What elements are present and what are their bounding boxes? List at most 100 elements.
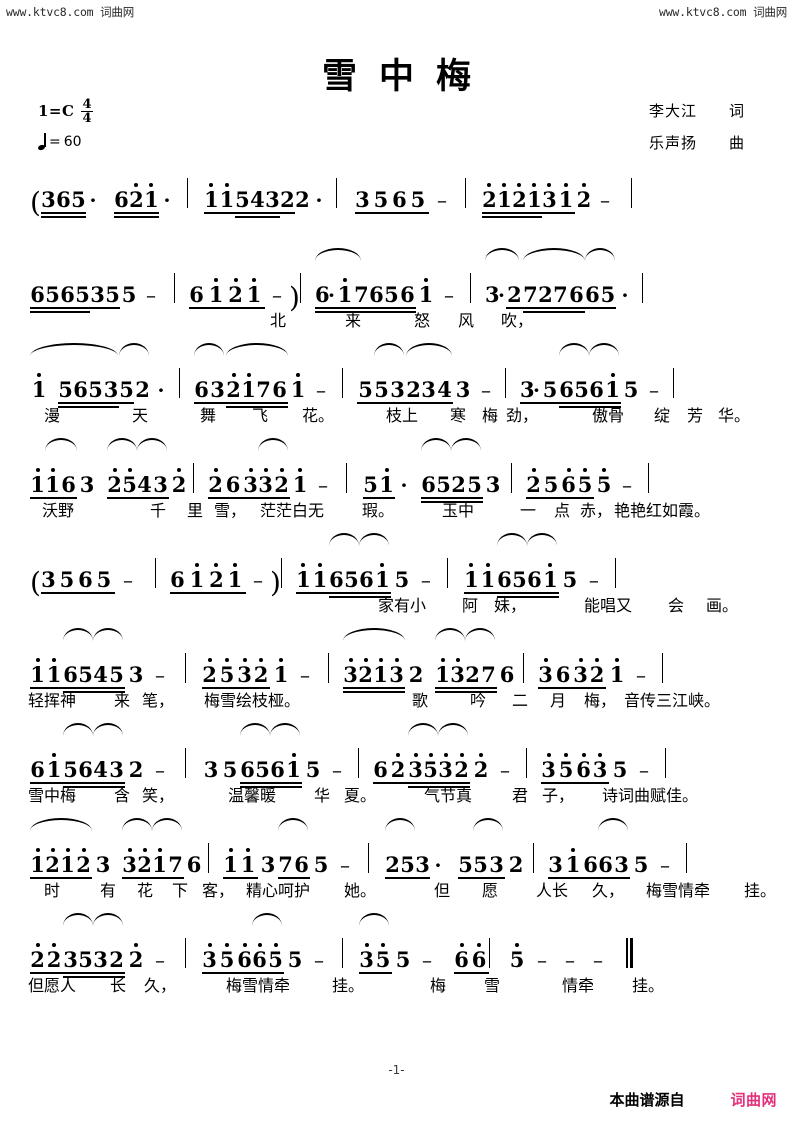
octave-up-dot	[112, 468, 117, 472]
score-system: (3 6 5 · 6 2 1 · 1 1 5 4 3 2 2 · 3 5 6 5–2 1 2 1 3 1 2–	[30, 166, 770, 261]
note-5: 5	[594, 468, 614, 495]
barline	[368, 843, 369, 873]
barline	[179, 368, 180, 398]
note-6: 6	[585, 282, 600, 307]
octave-up-dot	[378, 658, 383, 662]
notation-row: (3 6 5 · 6 2 1 · 1 1 5 4 3 2 2 · 3 5 6 5–2 1 2 1 3 1 2–	[30, 166, 770, 218]
note-3: 3	[128, 662, 144, 687]
octave-up-dot	[563, 183, 568, 187]
octave-up-dot	[380, 563, 385, 567]
score-system: 6 1 5 6 4 3 2–3 5 6 5 6 1 5–6 2 3 5 3 2 2–3 5 6 3 5– 雪中梅含笑， 温馨暖华…	[28, 723, 770, 831]
lyric-syllable: 梅，	[583, 691, 617, 710]
note-2: 2	[228, 278, 243, 305]
note-1: 1	[464, 563, 479, 590]
lyric-syllable: 飞	[251, 406, 269, 425]
score-system: 2 2 3 5 3 2 2–3 5 6 6 5 5–3 5 5–6 6 5– – – 但愿人长久， 梅雪情牵 挂。梅雪情…	[28, 913, 770, 1021]
note-6: 6	[469, 943, 489, 970]
note-augmentation-dot: ·	[163, 188, 171, 212]
octave-up-dot	[363, 658, 368, 662]
lyric-syllable: 久，	[143, 976, 177, 995]
note-augmentation-dot: ·	[621, 283, 629, 307]
notation-row: 6 5 6 5 3 5 5–6 1 2 1–) 6 · 1 7 6 5 6 1–3 · 2 7 2 7 6 6 5 ·	[30, 248, 770, 313]
lyric-syllable: 玉中	[441, 501, 475, 520]
note-3: 3	[388, 658, 405, 685]
note-extend-dash: –	[599, 188, 610, 212]
note-5: 5	[255, 757, 270, 782]
lyric-syllable: 吟	[469, 691, 487, 710]
note-4: 4	[137, 472, 152, 497]
lyric-syllable: 挂。	[631, 976, 665, 995]
note-1: 1	[542, 563, 559, 590]
octave-up-dot	[455, 658, 460, 662]
barline	[342, 368, 343, 398]
footer-brand-logo[interactable]: 词曲网	[730, 1089, 777, 1110]
note-6: 6	[186, 852, 202, 877]
footer-bar: 本曲谱源自 词曲网	[609, 1089, 777, 1110]
note-1: 1	[204, 278, 228, 305]
lyric-syllable: 梅雪情牵	[645, 881, 711, 900]
octave-up-dot	[342, 278, 347, 282]
note-5: 5	[373, 187, 389, 212]
note-extend-dash: –	[252, 568, 263, 592]
note-7: 7	[256, 377, 271, 402]
note-2: 2	[453, 753, 470, 780]
score-system: 6 5 6 5 3 5 5–6 1 2 1–) 6 · 1 7 6 5 6 1–3 · 2 7 2 7 6 6 5 · 北来怒风吹，	[30, 248, 770, 356]
barline	[464, 178, 466, 208]
lyric-syllable: 绽	[653, 406, 671, 425]
note-2: 2	[408, 662, 424, 687]
note-6: 6	[527, 567, 542, 592]
note-5: 5	[543, 472, 559, 497]
octave-up-dot	[225, 658, 229, 662]
lyric-syllable: 怒	[413, 311, 431, 330]
note-1: 1	[416, 278, 436, 305]
note-5: 5	[59, 567, 75, 592]
note-1: 1	[606, 658, 628, 685]
note-5: 5	[467, 472, 482, 497]
octave-up-dot	[259, 658, 263, 662]
lyric-syllable: 华	[313, 786, 331, 805]
octave-up-dot	[81, 848, 86, 852]
lyric-syllable: 精心呵护	[245, 881, 311, 900]
watermark-left: www.ktvc8.com 词曲网	[6, 5, 135, 19]
octave-up-dot	[127, 468, 132, 472]
lyric-syllable: 梅	[481, 406, 499, 425]
octave-up-dot	[233, 278, 238, 282]
note-5: 5	[88, 377, 103, 402]
note-5: 5	[395, 947, 411, 972]
lyric-syllable: 来	[344, 311, 362, 330]
note-6: 6	[499, 662, 515, 687]
octave-up-dot	[564, 753, 568, 757]
lyric-syllable: 瑕。	[361, 501, 395, 520]
note-3: 3	[542, 183, 557, 210]
note-1: 1	[219, 183, 235, 210]
note-1: 1	[497, 183, 512, 210]
note-1: 1	[241, 373, 256, 400]
note-5: 5	[410, 187, 426, 212]
score-system: 1 1 6 5 4 5 3–2 5 3 2 1–3 2 1 3 2 1 3 2 7 6 3 6 3 2 1– 轻挥神来笔， 梅雪绘枝…	[28, 628, 770, 736]
note-6: 6	[78, 567, 93, 592]
note-augmentation-dot: ·	[434, 853, 442, 877]
note-1: 1	[238, 848, 258, 875]
score-system: (3 5 6 5–6 1 2 1–) 1 1 6 5 6 1 5–1 1 6 5 6 1 5– 家有小阿妹， 能唱又会画。	[30, 533, 770, 641]
lyric-syllable: 久，	[591, 881, 625, 900]
octave-up-dot	[50, 848, 55, 852]
barline	[335, 178, 337, 208]
note-2: 2	[107, 468, 122, 495]
octave-up-dot	[194, 563, 199, 567]
lyric-row	[30, 210, 770, 236]
note-3: 3	[202, 943, 217, 970]
octave-up-dot	[423, 278, 428, 282]
note-3: 3	[210, 377, 225, 402]
lyric-syllable: 千	[149, 501, 167, 520]
barline	[686, 843, 687, 873]
barline	[208, 843, 209, 873]
barline	[328, 653, 329, 683]
lyric-row: 轻挥神 来笔， 梅雪绘枝桠。 歌 吟 二 月梅， 音传三江峡。	[28, 685, 770, 711]
note-extend-dash: –	[318, 473, 328, 497]
note-3: 3	[260, 852, 276, 877]
barline	[648, 463, 649, 493]
note-extend-dash: –	[300, 663, 310, 687]
note-3: 3	[63, 947, 78, 972]
note-1: 1	[527, 183, 542, 210]
note-6: 6	[497, 567, 512, 592]
